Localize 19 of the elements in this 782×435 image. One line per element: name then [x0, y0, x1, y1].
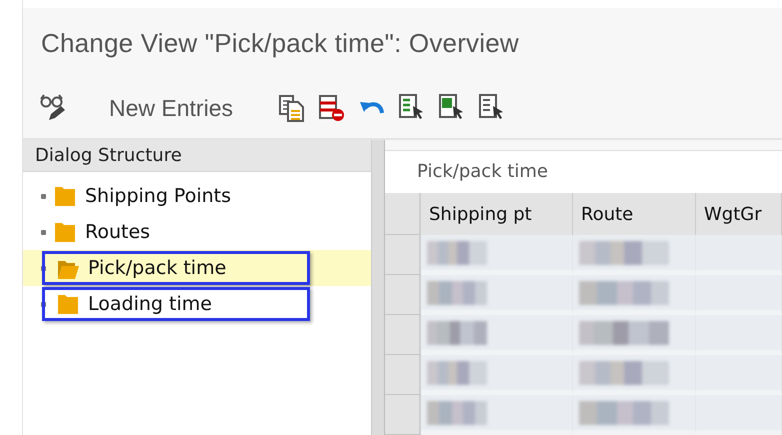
folder-icon: [57, 293, 79, 315]
new-entries-button[interactable]: New Entries: [103, 92, 239, 124]
bullet-icon: [41, 230, 46, 234]
folder-icon: [54, 221, 76, 243]
glasses-pencil-icon[interactable]: [39, 94, 67, 122]
delete-rows-icon[interactable]: [318, 94, 345, 122]
tree-item[interactable]: Routes: [85, 221, 150, 243]
tree-item[interactable]: Shipping Points: [85, 185, 231, 207]
folder-icon: [54, 185, 76, 207]
copy-icon[interactable]: [278, 94, 305, 122]
tree-item[interactable]: Pick/pack time: [88, 257, 226, 279]
deselect-all-icon[interactable]: [478, 94, 505, 122]
panel-header: Dialog Structure: [23, 140, 371, 172]
table-title: Pick/pack time: [416, 160, 550, 184]
select-all-icon[interactable]: [398, 94, 425, 122]
tree-item[interactable]: Loading time: [88, 293, 212, 315]
window-title: Change View "Pick/pack time": Overview: [41, 28, 519, 58]
select-block-icon[interactable]: [438, 94, 465, 122]
bullet-icon: [41, 194, 46, 198]
